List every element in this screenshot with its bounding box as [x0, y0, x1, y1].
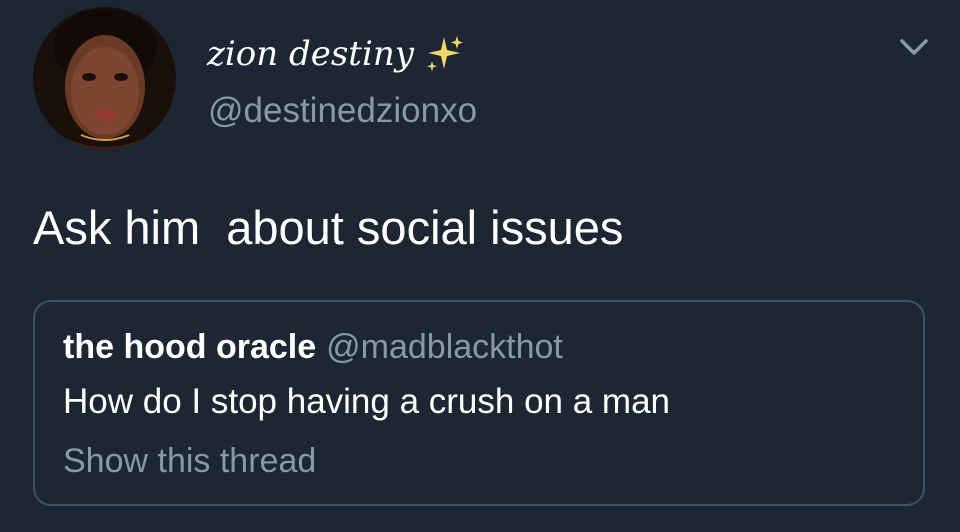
author-display-name[interactable]: zion destiny	[207, 34, 464, 74]
tweet-text: Ask him about social issues	[33, 201, 624, 254]
quoted-tweet-text: How do I stop having a crush on a man	[63, 382, 671, 421]
tweet: zion destiny @destinedzionxo Ask him abo…	[0, 0, 960, 532]
author-handle[interactable]: @destinedzionxo	[208, 90, 477, 132]
avatar[interactable]	[33, 7, 176, 150]
chevron-down-icon[interactable]	[894, 30, 934, 64]
quoted-author-name: the hood oracle	[63, 328, 317, 366]
sparkles-icon	[426, 36, 463, 72]
author-display-name-text: zion destiny	[207, 34, 414, 74]
avatar-image	[33, 7, 176, 150]
quoted-author-handle: @madblackthot	[326, 328, 563, 366]
quoted-tweet-card[interactable]: the hood oracle @madblackthot How do I st…	[33, 300, 925, 506]
quoted-tweet-header: the hood oracle @madblackthot	[63, 326, 563, 368]
show-thread-link[interactable]: Show this thread	[63, 440, 316, 482]
